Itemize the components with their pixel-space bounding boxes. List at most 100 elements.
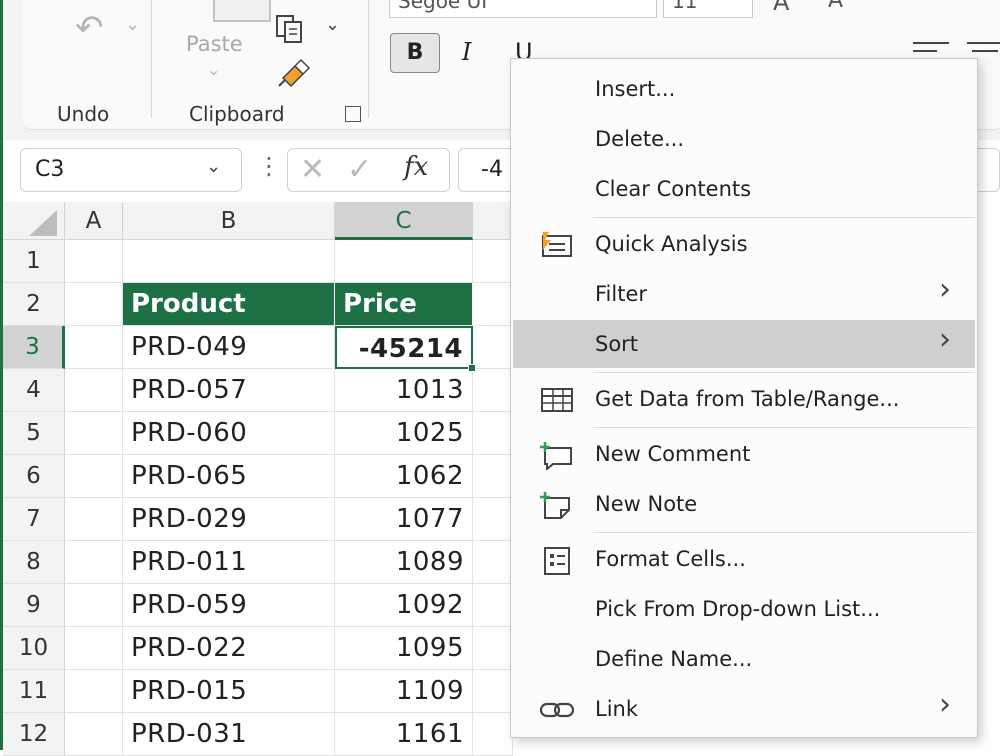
menu-item-clear-contents[interactable]: Clear Contents <box>513 165 975 213</box>
row-header-4[interactable]: 4 <box>3 369 65 412</box>
product-cell[interactable]: PRD-015 <box>123 670 335 713</box>
cell-d5[interactable] <box>473 412 513 455</box>
row-header-3[interactable]: 3 <box>3 326 65 369</box>
row-header-10[interactable]: 10 <box>3 627 65 670</box>
cell-d1[interactable] <box>473 240 513 283</box>
select-all-corner[interactable] <box>3 202 65 240</box>
product-cell[interactable]: PRD-059 <box>123 584 335 627</box>
row-header-11[interactable]: 11 <box>3 670 65 713</box>
cell-d11[interactable] <box>473 670 513 713</box>
undo-chevron-icon[interactable]: ⌄ <box>125 14 140 35</box>
clipboard-group-label: Clipboard <box>189 102 285 126</box>
name-box-chevron-icon[interactable]: ⌄ <box>206 156 221 177</box>
cell-d3[interactable] <box>473 326 513 369</box>
cell-d7[interactable] <box>473 498 513 541</box>
active-price-cell[interactable]: -45214 <box>335 326 473 369</box>
row-header-1[interactable]: 1 <box>3 240 65 283</box>
price-cell[interactable]: 1109 <box>335 670 473 713</box>
grow-font-icon[interactable]: A <box>773 0 789 16</box>
row-header-5[interactable]: 5 <box>3 412 65 455</box>
column-header-c[interactable]: C <box>335 202 473 240</box>
menu-item-insert[interactable]: Insert... <box>513 65 975 113</box>
cancel-icon[interactable]: ✕ <box>300 152 325 187</box>
menu-item-format-cells[interactable]: Format Cells... <box>513 535 975 583</box>
dialog-launcher-icon[interactable] <box>345 106 361 122</box>
column-header-b[interactable]: B <box>123 202 335 240</box>
paste-chevron-icon[interactable]: ⌄ <box>207 60 220 79</box>
cell-a6[interactable] <box>65 455 123 498</box>
column-header-a[interactable]: A <box>65 202 123 240</box>
cell-a3[interactable] <box>65 326 123 369</box>
product-cell[interactable]: PRD-022 <box>123 627 335 670</box>
menu-item-define-name[interactable]: Define Name... <box>513 635 975 683</box>
product-header-cell[interactable]: Product <box>123 283 335 326</box>
menu-item-quick-analysis[interactable]: Quick Analysis <box>513 220 975 268</box>
price-cell[interactable]: 1062 <box>335 455 473 498</box>
font-size-select[interactable]: 11 <box>663 0 753 18</box>
price-header-cell[interactable]: Price <box>335 283 473 326</box>
cell-d10[interactable] <box>473 627 513 670</box>
submenu-arrow-icon: › <box>939 272 951 307</box>
cell-a7[interactable] <box>65 498 123 541</box>
product-cell[interactable]: PRD-029 <box>123 498 335 541</box>
product-cell[interactable]: PRD-065 <box>123 455 335 498</box>
cell-d8[interactable] <box>473 541 513 584</box>
undo-icon[interactable]: ↶ <box>75 8 104 48</box>
product-cell[interactable]: PRD-060 <box>123 412 335 455</box>
copy-chevron-icon[interactable]: ⌄ <box>325 14 340 35</box>
column-header-d[interactable] <box>473 202 513 240</box>
shrink-font-icon[interactable]: A <box>828 0 843 13</box>
cell-d2[interactable] <box>473 283 513 326</box>
row-header-6[interactable]: 6 <box>3 455 65 498</box>
menu-item-filter[interactable]: Filter › <box>513 270 975 318</box>
product-cell[interactable]: PRD-011 <box>123 541 335 584</box>
cell-a4[interactable] <box>65 369 123 412</box>
italic-button[interactable]: I <box>462 38 471 66</box>
row-header-2[interactable]: 2 <box>3 283 65 326</box>
price-cell[interactable]: 1092 <box>335 584 473 627</box>
new-note-icon <box>539 490 575 520</box>
menu-item-delete[interactable]: Delete... <box>513 115 975 163</box>
cell-a5[interactable] <box>65 412 123 455</box>
cell-a1[interactable] <box>65 240 123 283</box>
price-cell[interactable]: 1013 <box>335 369 473 412</box>
align-left-icon[interactable] <box>913 42 949 58</box>
more-options-icon[interactable]: ⋮ <box>257 152 281 180</box>
cell-a9[interactable] <box>65 584 123 627</box>
menu-item-pick-from-drop-down-list[interactable]: Pick From Drop-down List... <box>513 585 975 633</box>
menu-item-label: New Note <box>595 492 698 516</box>
paste-button[interactable]: Paste <box>186 32 243 56</box>
menu-item-new-comment[interactable]: New Comment <box>513 430 975 478</box>
bold-button[interactable]: B <box>390 33 440 73</box>
product-cell[interactable]: PRD-049 <box>123 326 335 369</box>
cell-d9[interactable] <box>473 584 513 627</box>
row-header-8[interactable]: 8 <box>3 541 65 584</box>
price-cell[interactable]: 1089 <box>335 541 473 584</box>
paste-icon[interactable] <box>213 0 271 22</box>
price-cell[interactable]: 1077 <box>335 498 473 541</box>
menu-item-get-data-from-table-range[interactable]: Get Data from Table/Range... <box>513 375 975 423</box>
fill-handle[interactable] <box>468 364 476 372</box>
copy-icon[interactable] <box>275 14 305 44</box>
menu-item-new-note[interactable]: New Note <box>513 480 975 528</box>
cell-a10[interactable] <box>65 627 123 670</box>
price-cell[interactable]: 1095 <box>335 627 473 670</box>
menu-item-sort[interactable]: Sort › <box>513 320 975 368</box>
cell-a2[interactable] <box>65 283 123 326</box>
cell-d6[interactable] <box>473 455 513 498</box>
cell-c1[interactable] <box>335 240 473 283</box>
cell-a11[interactable] <box>65 670 123 713</box>
product-cell[interactable]: PRD-057 <box>123 369 335 412</box>
enter-icon[interactable]: ✓ <box>347 152 372 187</box>
row-header-9[interactable]: 9 <box>3 584 65 627</box>
row-header-7[interactable]: 7 <box>3 498 65 541</box>
cell-d4[interactable] <box>473 369 513 412</box>
cell-b1[interactable] <box>123 240 335 283</box>
menu-item-link[interactable]: Link › <box>513 685 975 733</box>
insert-function-icon[interactable]: fx <box>404 152 428 182</box>
align-center-icon[interactable] <box>967 42 1000 58</box>
font-name-select[interactable]: Segoe UI <box>389 0 657 18</box>
cell-a8[interactable] <box>65 541 123 584</box>
format-painter-icon[interactable] <box>277 58 311 88</box>
price-cell[interactable]: 1025 <box>335 412 473 455</box>
